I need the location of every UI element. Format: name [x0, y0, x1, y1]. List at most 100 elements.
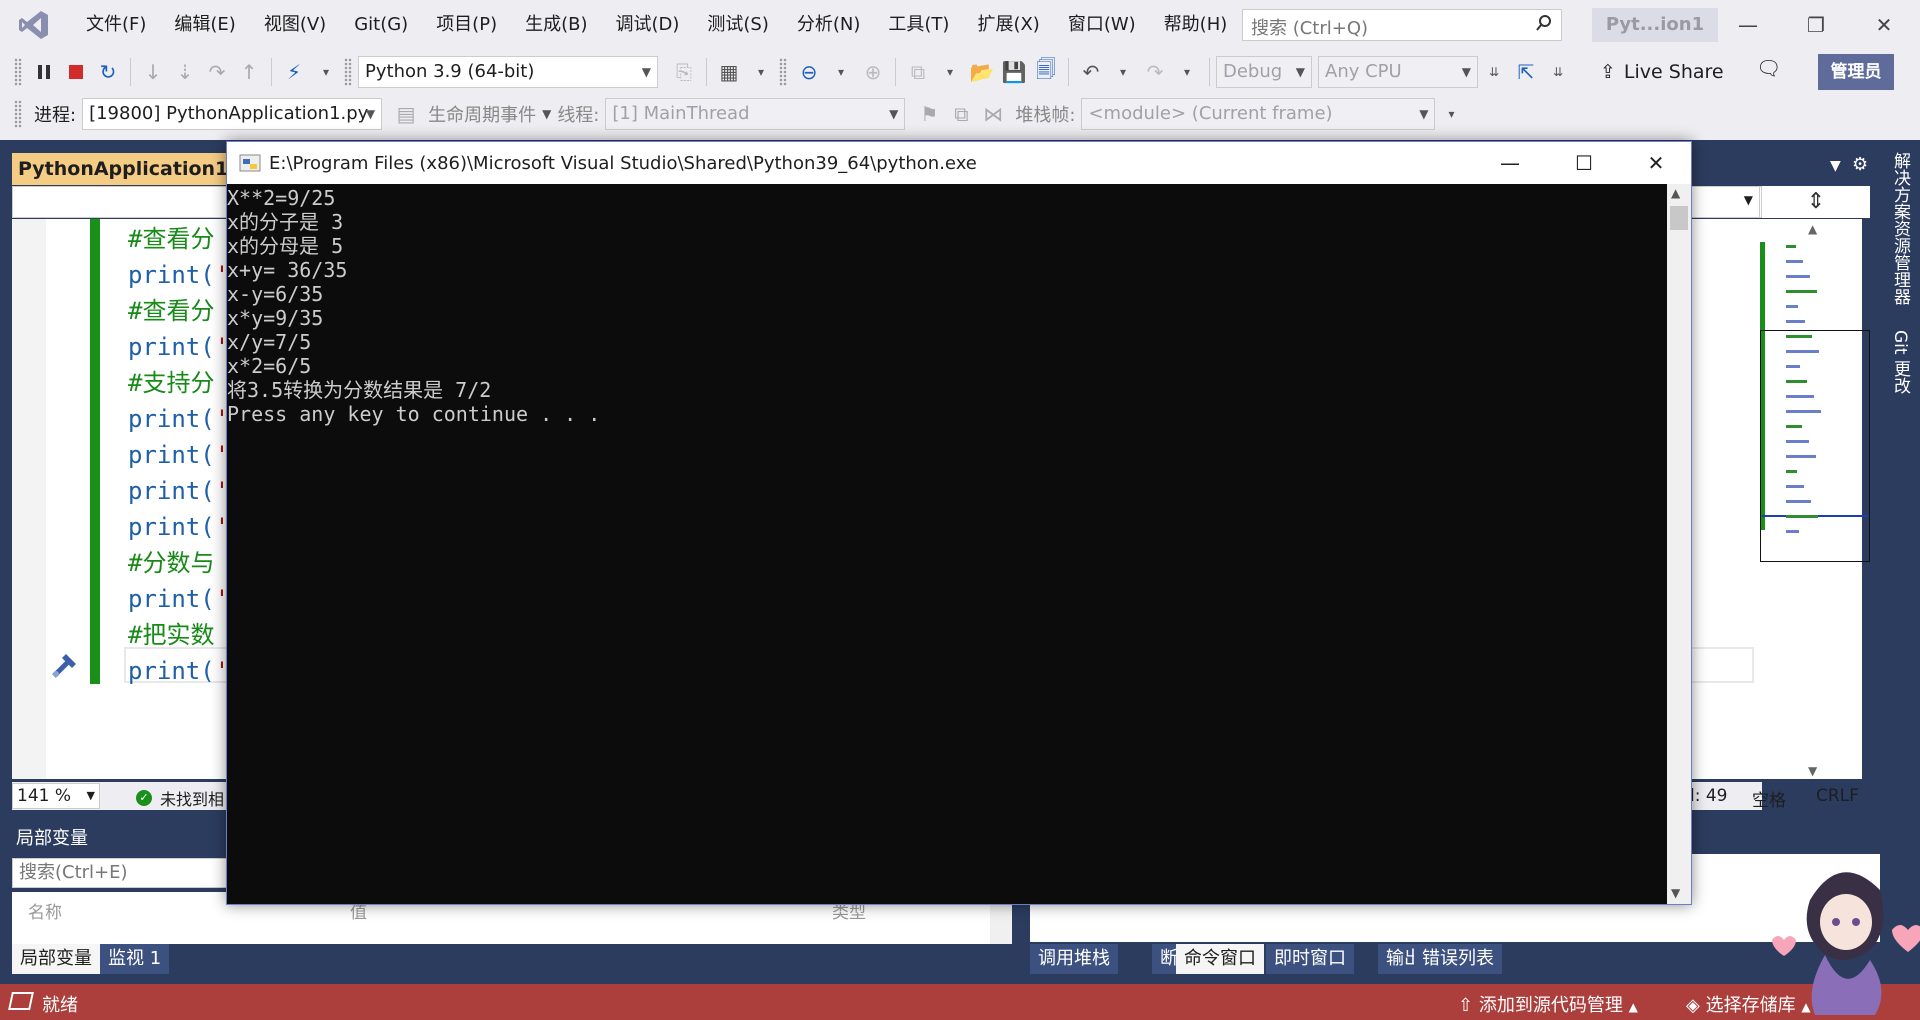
tab-command-window[interactable]: 命令窗口 [1176, 944, 1264, 974]
configuration-select[interactable]: Debug ▼ [1216, 56, 1312, 88]
console-title-bar[interactable]: E:\Program Files (x86)\Microsoft Visual … [227, 142, 1691, 184]
console-output[interactable]: X**2=9/25 x的分子是 3 x的分母是 5 x+y= 36/35 x-y=6/3… [227, 184, 1667, 904]
filter-icon[interactable]: ⋈ [977, 98, 1009, 130]
console-scrollbar[interactable]: ▲ ▼ [1667, 184, 1691, 904]
menu-help[interactable]: 帮助(H) [1150, 5, 1242, 45]
tab-python-application[interactable]: PythonApplication1.py [12, 153, 232, 185]
menu-extensions[interactable]: 扩展(X) [963, 5, 1053, 45]
split-editor-icon[interactable]: ⇕ [1762, 186, 1870, 218]
chevron-down-icon[interactable]: ▾ [1171, 56, 1203, 88]
menu-view[interactable]: 视图(V) [250, 5, 340, 45]
tab-watch-1[interactable]: 监视 1 [100, 944, 170, 974]
code-line[interactable]: #支持分 [128, 365, 214, 401]
minimap-viewport[interactable] [1760, 330, 1870, 562]
toolbar-overflow-icon[interactable]: ▾ [745, 56, 777, 88]
tab-locals[interactable]: 局部变量 [12, 944, 100, 974]
toolbar-overflow-icon[interactable]: ⇊ [1478, 56, 1510, 88]
chevron-down-icon[interactable]: ▼ [1671, 886, 1680, 900]
code-line[interactable]: print(' [128, 329, 229, 365]
code-line[interactable]: print(' [128, 257, 229, 293]
menu-file[interactable]: 文件(F) [72, 5, 160, 45]
menu-git[interactable]: Git(G) [340, 5, 422, 45]
tab-list-icon[interactable]: ▼ [1830, 158, 1841, 174]
solution-name-badge[interactable]: Pyt...ion1 [1592, 8, 1718, 42]
toolbar-overflow-icon[interactable]: ▾ [1435, 98, 1467, 130]
chevron-down-icon[interactable]: ▼ [542, 107, 551, 121]
python-console-window[interactable]: E:\Program Files (x86)\Microsoft Visual … [226, 141, 1692, 905]
code-line[interactable]: print(' [128, 473, 229, 509]
code-line[interactable]: #查看分 [128, 221, 214, 257]
member-dropdown[interactable]: ▼ [1690, 186, 1760, 218]
line-number-info[interactable]: l: 49 [1690, 786, 1728, 806]
code-line[interactable]: print(' [128, 653, 229, 689]
chevron-down-icon[interactable]: ▾ [825, 56, 857, 88]
minimize-icon[interactable]: — [1475, 142, 1545, 184]
save-icon[interactable]: 💾 [998, 56, 1030, 88]
menu-build[interactable]: 生成(B) [511, 5, 601, 45]
instruction-pointer-icon[interactable] [48, 648, 82, 682]
tab-immediate-window[interactable]: 即时窗口 [1266, 944, 1354, 974]
layout-icon[interactable]: ▦ [713, 56, 745, 88]
toolbar-overflow-icon[interactable]: ▾ [310, 56, 342, 88]
toolbar-grip[interactable] [14, 58, 22, 86]
scroll-thumb[interactable] [1670, 206, 1688, 230]
close-icon[interactable]: ✕ [1621, 142, 1691, 184]
step-into-icon[interactable]: ↓ [137, 56, 169, 88]
indent-mode-info[interactable]: 空格 [1752, 786, 1786, 811]
thread-select[interactable]: [1] MainThread ▼ [605, 98, 906, 130]
chevron-up-icon[interactable]: ▲ [1808, 222, 1817, 236]
undo-icon[interactable]: ↶ [1075, 56, 1107, 88]
minimize-icon[interactable]: — [1720, 6, 1776, 44]
search-input[interactable]: 搜索 (Ctrl+Q) [1242, 9, 1562, 41]
restart-icon[interactable]: ↻ [92, 56, 124, 88]
menu-tools[interactable]: 工具(T) [874, 5, 963, 45]
add-to-source-control-button[interactable]: ⇧ 添加到源代码管理 ▲ [1458, 991, 1638, 1017]
code-line[interactable]: print(' [128, 437, 229, 473]
chevron-down-icon[interactable]: ▾ [1107, 56, 1139, 88]
redo-icon[interactable]: ↷ [1139, 56, 1171, 88]
menu-edit[interactable]: 编辑(E) [160, 5, 249, 45]
code-line[interactable]: #把实数 [128, 617, 214, 653]
pointer-icon[interactable]: ⇱ [1510, 56, 1542, 88]
stop-icon[interactable] [60, 56, 92, 88]
stackframe-select[interactable]: <module> (Current frame) ▼ [1081, 98, 1436, 130]
code-line[interactable]: #查看分 [128, 293, 214, 329]
tab-call-stack[interactable]: 调用堆栈 [1030, 944, 1118, 974]
navigate-forward-icon[interactable]: ⊕ [857, 56, 889, 88]
new-project-icon[interactable]: ⧉ [902, 56, 934, 88]
gear-icon[interactable]: ⚙ [1852, 154, 1868, 175]
step-out-icon[interactable]: ↑ [233, 56, 265, 88]
step-over-icon[interactable]: ⇣ [169, 56, 201, 88]
code-line[interactable]: print(' [128, 509, 229, 545]
chevron-down-icon[interactable]: ▼ [1808, 764, 1817, 778]
tab-error-list[interactable]: 错误列表 [1414, 944, 1502, 974]
toolbar-overflow-icon[interactable]: ⇊ [1542, 56, 1574, 88]
close-icon[interactable]: ✕ [1856, 6, 1912, 44]
process-select[interactable]: [19800] PythonApplication1.py ▼ [82, 98, 383, 130]
package-icon[interactable]: ⎘ [668, 56, 700, 88]
zoom-select[interactable]: 141 % ▼ [12, 783, 100, 809]
tab-solution-explorer[interactable]: 解决方案资源管理器 [1888, 152, 1913, 305]
pause-icon[interactable] [28, 56, 60, 88]
step-redo-icon[interactable]: ↷ [201, 56, 233, 88]
threads-icon[interactable]: ⧉ [945, 98, 977, 130]
chevron-up-icon[interactable]: ▲ [1671, 186, 1680, 200]
maximize-icon[interactable]: ☐ [1549, 142, 1619, 184]
flag-icon[interactable]: ⚑ [913, 98, 945, 130]
navigate-back-icon[interactable]: ⊖ [793, 56, 825, 88]
menu-project[interactable]: 项目(P) [422, 5, 511, 45]
menu-window[interactable]: 窗口(W) [1054, 5, 1150, 45]
live-share-button[interactable]: ⇪ Live Share [1600, 56, 1724, 88]
menu-debug[interactable]: 调试(D) [602, 5, 694, 45]
restore-icon[interactable]: ❐ [1788, 6, 1844, 44]
menu-analyze[interactable]: 分析(N) [783, 5, 875, 45]
tab-git-changes[interactable]: Git 更改 [1888, 330, 1913, 394]
save-all-icon[interactable]: 🗐 [1030, 56, 1062, 88]
code-line[interactable]: print(' [128, 401, 229, 437]
column-name-header[interactable]: 名称 [28, 898, 62, 923]
menu-test[interactable]: 测试(S) [693, 5, 782, 45]
python-environment-select[interactable]: Python 3.9 (64-bit) ▼ [358, 56, 658, 88]
chevron-down-icon[interactable]: ▾ [934, 56, 966, 88]
code-line[interactable]: print(' [128, 581, 229, 617]
code-line[interactable]: #分数与 [128, 545, 214, 581]
